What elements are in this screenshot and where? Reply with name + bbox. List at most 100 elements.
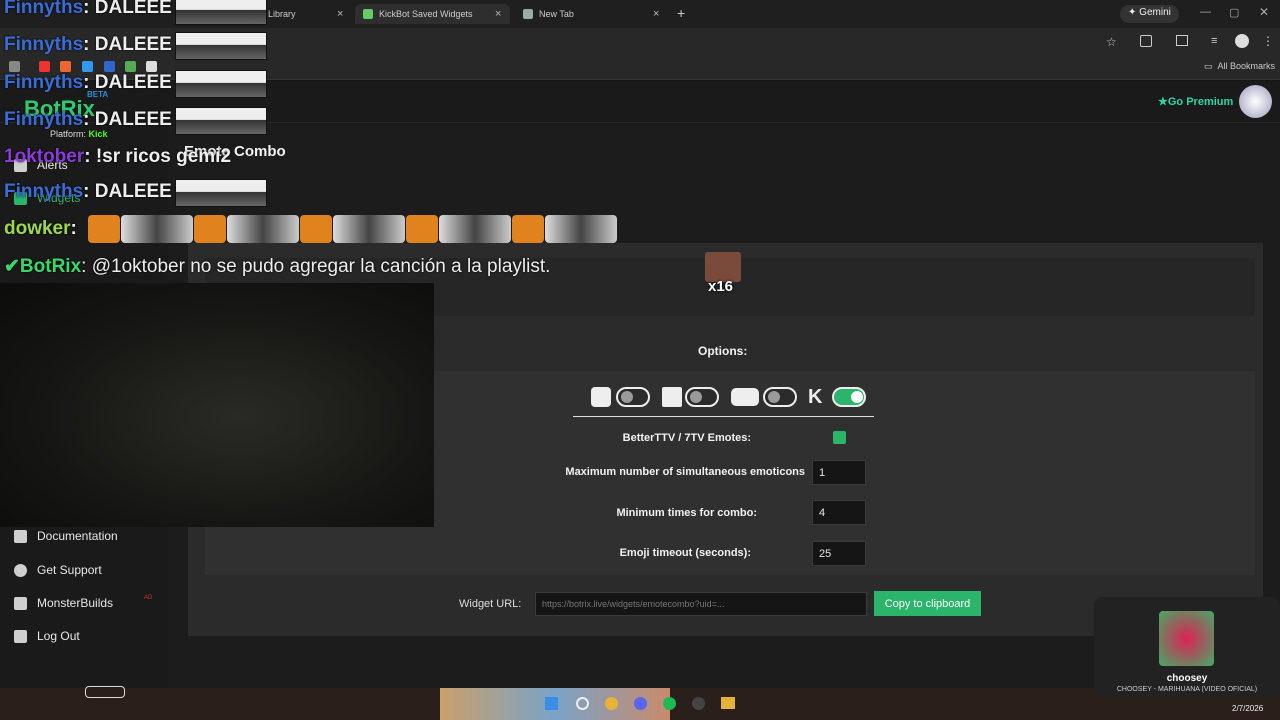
fire-emote xyxy=(406,215,438,243)
twitch-icon xyxy=(662,387,682,407)
apps-icon[interactable] xyxy=(9,61,20,72)
now-playing-toast[interactable]: choosey CHOOSEY - MARIHUANA (VIDEO OFICI… xyxy=(1094,597,1280,697)
verified-icon: ✔ xyxy=(4,256,20,277)
chat-emote-image xyxy=(175,32,267,60)
cast-icon[interactable] xyxy=(1176,35,1188,46)
chat-emote-row xyxy=(88,215,617,243)
kickbot-platform-icon xyxy=(591,387,611,407)
bookmark-icon[interactable] xyxy=(125,61,136,72)
webcam-overlay xyxy=(0,283,434,527)
youtube-icon xyxy=(731,388,759,406)
chat-message: ✔BotRix: @1oktober no se pudo agregar la… xyxy=(4,256,551,277)
fire-emote xyxy=(88,215,120,243)
emoji-timeout-label: Emoji timeout (seconds): xyxy=(619,547,751,559)
media-icon[interactable]: ≡ xyxy=(1211,35,1217,47)
min-combo-input[interactable] xyxy=(812,500,866,525)
new-tab-icon[interactable]: + xyxy=(677,5,685,21)
chrome-icon xyxy=(523,9,533,19)
close-icon[interactable]: × xyxy=(337,8,343,20)
close-icon[interactable]: × xyxy=(495,8,501,20)
emote-image xyxy=(333,215,405,243)
star-icon[interactable]: ☆ xyxy=(1106,35,1117,49)
track-title: CHOOSEY - MARIHUANA (VIDEO OFICIAL) xyxy=(1116,686,1258,693)
sidebar-item-documentation[interactable]: Documentation xyxy=(14,526,118,546)
profile-avatar[interactable] xyxy=(1235,34,1249,48)
emote-image xyxy=(121,215,193,243)
chrome-taskbar-icon[interactable] xyxy=(605,697,618,710)
widget-url-label: Widget URL: xyxy=(459,598,522,610)
emote-image xyxy=(545,215,617,243)
combo-count: x16 xyxy=(708,278,734,295)
chat-emote-image xyxy=(175,107,267,135)
kickbot-icon xyxy=(363,9,373,19)
max-emoticons-label: Maximum number of simultaneous emoticons xyxy=(565,466,805,478)
taskbar-widget-icon[interactable] xyxy=(85,686,125,698)
go-premium-link[interactable]: ★Go Premium xyxy=(1158,95,1233,108)
fire-emote xyxy=(512,215,544,243)
start-icon[interactable] xyxy=(545,697,558,710)
chat-message: 1oktober: !sr ricos gemi2 xyxy=(4,146,232,167)
copy-to-clipboard-button[interactable]: Copy to clipboard xyxy=(874,591,981,616)
gemini-button[interactable]: ✦ Gemini xyxy=(1120,5,1179,23)
search-icon[interactable] xyxy=(576,697,589,710)
menu-icon[interactable]: ⋮ xyxy=(1262,34,1274,48)
bookmark-icon[interactable] xyxy=(82,61,93,72)
kickbot-toggle[interactable] xyxy=(616,387,650,407)
all-bookmarks[interactable]: ▭ All Bookmarks xyxy=(1204,61,1275,72)
chat-message: dowker: xyxy=(4,218,77,239)
maximize-icon[interactable]: ▢ xyxy=(1229,6,1239,19)
book-icon xyxy=(14,529,27,543)
emote-image xyxy=(439,215,511,243)
user-avatar[interactable] xyxy=(1239,85,1272,118)
chat-message: Finnyths: DALEEE xyxy=(4,34,172,55)
track-artist: choosey xyxy=(1166,673,1208,684)
min-combo-label: Minimum times for combo: xyxy=(616,507,757,519)
sidebar-item-monsterbuilds[interactable]: MonsterBuilds xyxy=(14,593,113,613)
window-close-icon[interactable]: ✕ xyxy=(1259,5,1269,19)
options-title: Options: xyxy=(698,344,748,358)
chat-message: Finnyths: DALEEE xyxy=(4,0,172,18)
folder-icon: ▭ xyxy=(1204,61,1213,71)
twitch-toggle[interactable] xyxy=(685,387,719,407)
fire-emote xyxy=(300,215,332,243)
bookmark-icon[interactable] xyxy=(146,61,157,72)
question-icon xyxy=(14,563,27,577)
emoji-timeout-input[interactable] xyxy=(812,541,866,566)
close-icon[interactable]: × xyxy=(653,8,659,20)
bttv-checkbox[interactable] xyxy=(833,431,846,444)
bookmark-icon[interactable] xyxy=(104,61,115,72)
bttv-label: BetterTTV / 7TV Emotes: xyxy=(622,432,751,444)
youtube-bookmark-icon[interactable] xyxy=(39,61,50,72)
tab-kickbot-saved-widgets[interactable]: KickBot Saved Widgets × xyxy=(355,4,510,24)
sidebar-item-get-support[interactable]: Get Support xyxy=(14,560,102,580)
star-icon: ★ xyxy=(1158,96,1168,108)
taskbar-date: 2/7/2026 xyxy=(1232,704,1264,713)
chat-message: Finnyths: DALEEE xyxy=(4,109,172,130)
chat-message: Finnyths: DALEEE xyxy=(4,181,172,202)
emote-image xyxy=(227,215,299,243)
logout-icon xyxy=(14,629,27,643)
spotify-icon[interactable] xyxy=(663,697,676,710)
sidebar-item-log-out[interactable]: Log Out xyxy=(14,626,80,646)
album-art xyxy=(1159,611,1214,666)
fire-emote xyxy=(194,215,226,243)
extensions-icon[interactable] xyxy=(1140,35,1152,47)
chat-emote-image xyxy=(175,70,267,98)
kick-icon: K xyxy=(808,386,823,408)
folder-icon[interactable] xyxy=(721,697,735,709)
bookmark-icon[interactable] xyxy=(60,61,71,72)
max-emoticons-input[interactable] xyxy=(812,460,866,485)
chat-emote-image xyxy=(175,179,267,207)
discord-icon[interactable] xyxy=(634,697,647,710)
tab-new-tab[interactable]: New Tab × xyxy=(515,4,670,24)
tab-library[interactable]: t Library × xyxy=(255,4,350,24)
widget-url-field[interactable]: https://botrix.live/widgets/emotecombo?u… xyxy=(535,592,867,616)
kick-toggle[interactable] xyxy=(832,387,866,407)
steam-icon[interactable] xyxy=(692,697,705,710)
laptop-icon xyxy=(14,596,27,610)
ad-badge: AD xyxy=(144,595,153,601)
minimize-icon[interactable]: — xyxy=(1200,6,1211,18)
toggle-divider xyxy=(573,416,874,417)
youtube-toggle[interactable] xyxy=(763,387,797,407)
taskbar: 2/7/2026 xyxy=(0,686,1280,720)
